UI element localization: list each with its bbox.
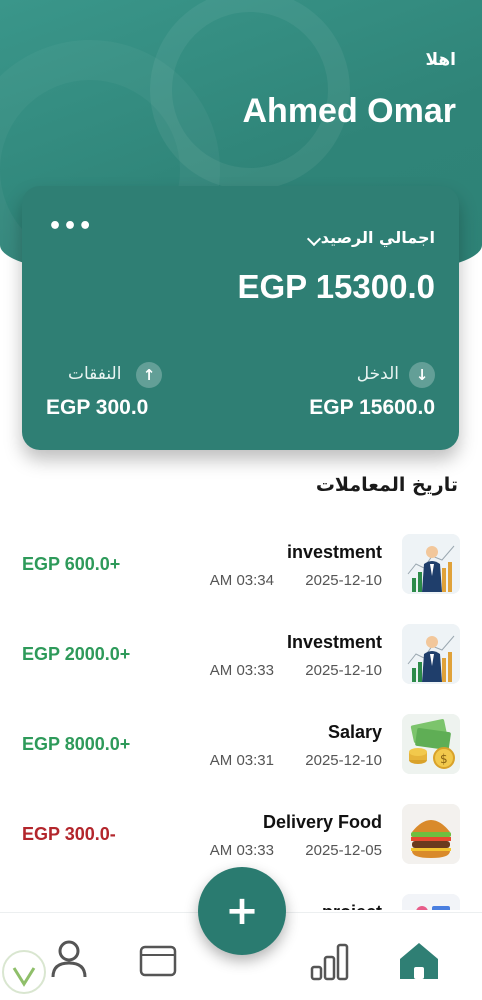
transaction-date: 2025-12-10 xyxy=(305,752,382,769)
transaction-time: AM 03:33 xyxy=(209,842,274,859)
arrow-up-icon: ↑ xyxy=(136,362,162,388)
total-balance-amount: EGP 15300.0 xyxy=(237,268,435,305)
burger-icon xyxy=(402,804,460,864)
arrow-down-icon: ↓ xyxy=(409,362,435,388)
transaction-row[interactable]: investment 2025-12-10 AM 03:34 EGP 600.0… xyxy=(0,520,482,610)
transaction-time: AM 03:33 xyxy=(209,662,274,679)
transaction-row[interactable]: Investment 2025-12-10 AM 03:33 EGP 2000.… xyxy=(0,610,482,700)
transaction-date: 2025-12-10 xyxy=(305,572,382,589)
svg-text:$: $ xyxy=(440,752,448,766)
chevron-down-icon[interactable] xyxy=(306,231,322,247)
home-icon[interactable] xyxy=(398,941,440,985)
greeting-text: اهلا xyxy=(425,50,456,70)
transaction-date: 2025-12-10 xyxy=(305,662,382,679)
balance-card: ••• اجمالي الرصيد EGP 15300.0 ↓ الدخل EG… xyxy=(22,186,459,450)
total-balance-label[interactable]: اجمالي الرصيد xyxy=(321,228,435,247)
transaction-date: 2025-12-05 xyxy=(305,842,382,859)
investment-icon xyxy=(402,534,460,594)
investment-icon xyxy=(402,624,460,684)
income-amount: EGP 15600.0 xyxy=(309,396,435,419)
money-icon: $ xyxy=(402,714,460,774)
expense-amount: EGP 300.0 xyxy=(46,396,149,419)
wallet-icon[interactable] xyxy=(139,943,177,981)
app-logo-watermark xyxy=(2,950,46,994)
transaction-time: AM 03:34 xyxy=(209,572,274,589)
add-transaction-button[interactable]: + xyxy=(198,867,286,955)
transaction-title: Delivery Food xyxy=(262,812,382,832)
stats-icon[interactable] xyxy=(310,941,350,985)
more-options-icon[interactable]: ••• xyxy=(48,216,93,238)
transaction-title: investment xyxy=(286,542,382,562)
transaction-amount: EGP 2000.0+ xyxy=(22,644,131,664)
profile-icon[interactable] xyxy=(50,939,88,983)
income-label: الدخل xyxy=(356,364,399,384)
transaction-row[interactable]: $ Salary 2025-12-10 AM 03:31 EGP 8000.0+ xyxy=(0,700,482,790)
expense-label: النفقات xyxy=(68,364,122,384)
transaction-title: Salary xyxy=(327,722,382,742)
transaction-time: AM 03:31 xyxy=(209,752,274,769)
project-icon xyxy=(402,894,460,910)
transaction-amount: EGP 600.0+ xyxy=(22,554,121,574)
transaction-title: Investment xyxy=(286,632,382,652)
transactions-list[interactable]: investment 2025-12-10 AM 03:34 EGP 600.0… xyxy=(0,510,482,910)
user-name: Ahmed Omar xyxy=(242,92,457,130)
transaction-amount: EGP 8000.0+ xyxy=(22,734,131,754)
transaction-amount: EGP 300.0- xyxy=(22,824,116,844)
transactions-history-title: تاريخ المعاملات xyxy=(315,474,458,496)
transaction-title: project xyxy=(322,902,382,910)
